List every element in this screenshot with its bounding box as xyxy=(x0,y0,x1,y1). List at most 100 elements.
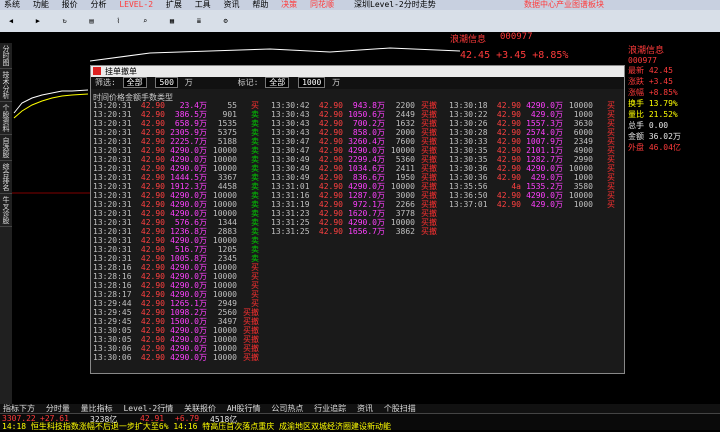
order-row[interactable]: 13:20:31 42.90 576.6万 1344 卖 xyxy=(93,218,263,227)
order-row[interactable]: 13:28:16 42.90 4290.0万 10000 买 xyxy=(93,272,263,281)
order-row[interactable]: 13:29:45 42.90 1098.2万 2560 买撤 xyxy=(93,308,263,317)
filter-select[interactable]: 全部 xyxy=(122,77,147,88)
order-lots: 1950 xyxy=(395,173,415,182)
news-icon[interactable]: ≣ xyxy=(189,11,209,31)
bottom-tab[interactable]: 分时量 xyxy=(43,404,73,413)
order-row[interactable]: 13:30:43 42.90 858.0万 2000 买撤 xyxy=(271,128,441,137)
bottom-tab[interactable]: 行业追踪 xyxy=(311,404,349,413)
order-row[interactable]: 13:29:44 42.90 1265.1万 2949 买 xyxy=(93,299,263,308)
news-ticker[interactable]: 14:18 恒生科技指数涨幅不后退一步扩大至6% 14:16 特高压首次落点重庆… xyxy=(2,421,391,432)
left-tab[interactable]: 自选股 xyxy=(0,135,12,161)
order-row[interactable]: 13:28:17 42.90 4290.0万 10000 买 xyxy=(93,290,263,299)
menu-item[interactable]: 决策 xyxy=(281,0,297,10)
order-row[interactable]: 13:30:43 42.90 1050.6万 2449 买撤 xyxy=(271,110,441,119)
order-row[interactable]: 13:30:22 42.90 429.0万 1000 买 xyxy=(449,110,619,119)
order-row[interactable]: 13:30:43 42.90 700.2万 1632 买撤 xyxy=(271,119,441,128)
top-right-links[interactable]: 数据中心产业图谱板块 xyxy=(524,0,604,10)
order-row[interactable]: 13:29:45 42.90 1500.0万 3497 买撤 xyxy=(93,317,263,326)
order-row[interactable]: 13:20:31 42.90 4290.0万 10000 卖 xyxy=(93,146,263,155)
order-row[interactable]: 13:36:50 42.90 4290.0万 10000 买 xyxy=(449,191,619,200)
volume-input[interactable]: 500 xyxy=(155,77,178,88)
bottom-tab[interactable]: 关联报价 xyxy=(181,404,219,413)
menu-item[interactable]: 帮助 xyxy=(252,0,268,10)
menu-item[interactable]: LEVEL-2 xyxy=(119,0,153,10)
chart-icon[interactable]: ▤ xyxy=(81,11,101,31)
menu-item[interactable]: 工具 xyxy=(195,0,211,10)
order-row[interactable]: 13:30:05 42.90 4290.0万 10000 买撤 xyxy=(93,326,263,335)
order-row[interactable]: 13:20:31 42.90 1236.8万 2883 卖 xyxy=(93,227,263,236)
order-row[interactable]: 13:30:28 42.90 2574.0万 6000 买 xyxy=(449,128,619,137)
settings-icon[interactable]: ⚙ xyxy=(216,11,236,31)
order-row[interactable]: 13:30:49 42.90 2299.4万 5360 买撤 xyxy=(271,155,441,164)
menu-item[interactable]: 扩展 xyxy=(166,0,182,10)
order-lots: 5188 xyxy=(217,137,237,146)
left-tab[interactable]: 牛叉诊股 xyxy=(0,194,12,227)
menu-item[interactable]: 报价 xyxy=(62,0,78,10)
bottom-tab[interactable]: 量比指标 xyxy=(78,404,116,413)
order-row[interactable]: 13:31:25 42.90 1656.7万 3862 买撤 xyxy=(271,227,441,236)
order-row[interactable]: 13:20:31 42.90 386.5万 901 卖 xyxy=(93,110,263,119)
order-row[interactable]: 13:20:31 42.90 1005.8万 2345 卖 xyxy=(93,254,263,263)
order-row[interactable]: 13:30:06 42.90 4290.0万 10000 买撤 xyxy=(93,353,263,362)
order-row[interactable]: 13:30:33 42.90 1007.9万 2349 买 xyxy=(449,137,619,146)
volume2-input[interactable]: 1000 xyxy=(298,77,326,88)
menu-item[interactable]: 资讯 xyxy=(224,0,240,10)
bottom-tab[interactable]: Level-2行情 xyxy=(120,404,176,413)
left-tab[interactable]: 个股资料 xyxy=(0,102,12,135)
order-row[interactable]: 13:20:31 42.90 516.7万 1205 卖 xyxy=(93,245,263,254)
menu-item[interactable]: 功能 xyxy=(33,0,49,10)
order-row[interactable]: 13:31:19 42.90 972.1万 2266 买撤 xyxy=(271,200,441,209)
order-row[interactable]: 13:31:01 42.90 4290.0万 10000 买撤 xyxy=(271,182,441,191)
order-row[interactable]: 13:30:47 42.90 3260.4万 7600 买撤 xyxy=(271,137,441,146)
order-row[interactable]: 13:30:18 42.90 4290.0万 10000 买 xyxy=(449,101,619,110)
order-row[interactable]: 13:30:05 42.90 4290.0万 10000 买撤 xyxy=(93,335,263,344)
refresh-icon[interactable]: ↻ xyxy=(55,11,75,31)
order-price: 42.90 xyxy=(140,146,165,155)
order-row[interactable]: 13:30:36 42.90 4290.0万 10000 买 xyxy=(449,164,619,173)
order-row[interactable]: 13:20:31 42.90 4290.0万 10000 卖 xyxy=(93,200,263,209)
mark-select[interactable]: 全部 xyxy=(265,77,290,88)
order-row[interactable]: 13:31:25 42.90 4290.0万 10000 买撤 xyxy=(271,218,441,227)
bottom-tab[interactable]: 个股扫描 xyxy=(381,404,419,413)
left-tab[interactable]: 综合排名 xyxy=(0,161,12,194)
order-row[interactable]: 13:28:16 42.90 4290.0万 10000 买 xyxy=(93,281,263,290)
order-row[interactable]: 13:30:49 42.90 1034.6万 2411 买撤 xyxy=(271,164,441,173)
order-row[interactable]: 13:20:31 42.90 23.4万 55 买 xyxy=(93,101,263,110)
bottom-tab[interactable]: 公司热点 xyxy=(268,404,306,413)
menu-item[interactable]: 分析 xyxy=(90,0,106,10)
order-row[interactable]: 13:20:31 42.90 4290.0万 10000 卖 xyxy=(93,209,263,218)
order-row[interactable]: 13:37:01 42.90 429.0万 1000 买 xyxy=(449,200,619,209)
order-row[interactable]: 13:20:31 42.90 1444.5万 3367 卖 xyxy=(93,173,263,182)
search-icon[interactable]: ⌕ xyxy=(135,11,155,31)
left-tab[interactable]: 分时图 xyxy=(0,43,12,69)
trend-icon[interactable]: ⌇ xyxy=(108,11,128,31)
order-row[interactable]: 13:30:42 42.90 943.8万 2200 买撤 xyxy=(271,101,441,110)
order-row[interactable]: 13:20:31 42.90 2305.9万 5375 卖 xyxy=(93,128,263,137)
forward-icon[interactable]: ▶ xyxy=(28,11,48,31)
grid-icon[interactable]: ▦ xyxy=(162,11,182,31)
order-row[interactable]: 13:20:31 42.90 4290.0万 10000 卖 xyxy=(93,164,263,173)
bottom-tab[interactable]: 资讯 xyxy=(354,404,376,413)
order-row[interactable]: 13:30:35 42.90 1282.7万 2990 买 xyxy=(449,155,619,164)
order-row[interactable]: 13:20:31 42.90 2225.7万 5188 卖 xyxy=(93,137,263,146)
order-row[interactable]: 13:20:31 42.90 4290.0万 10000 卖 xyxy=(93,155,263,164)
order-row[interactable]: 13:20:31 42.90 4290.0万 10000 卖 xyxy=(93,236,263,245)
order-row[interactable]: 13:20:31 42.90 4290.0万 10000 卖 xyxy=(93,191,263,200)
menu-item[interactable]: 系统 xyxy=(4,0,20,10)
back-icon[interactable]: ◀ xyxy=(1,11,21,31)
order-row[interactable]: 13:20:31 42.90 1912.3万 4458 卖 xyxy=(93,182,263,191)
bottom-tab[interactable]: 指标下方 xyxy=(0,404,38,413)
order-row[interactable]: 13:31:16 42.90 1287.0万 3000 买撤 xyxy=(271,191,441,200)
order-row[interactable]: 13:30:47 42.90 4290.0万 10000 买撤 xyxy=(271,146,441,155)
order-row[interactable]: 13:28:16 42.90 4290.0万 10000 买 xyxy=(93,263,263,272)
order-row[interactable]: 13:30:49 42.90 836.6万 1950 买撤 xyxy=(271,173,441,182)
order-row[interactable]: 13:35:56 4a 1535.2万 3580 买 xyxy=(449,182,619,191)
order-row[interactable]: 13:30:36 42.90 429.0万 1000 买 xyxy=(449,173,619,182)
left-tab[interactable]: 技术分析 xyxy=(0,69,12,102)
bottom-tab[interactable]: AH股行情 xyxy=(224,404,264,413)
order-row[interactable]: 13:30:26 42.90 1557.3万 3630 买 xyxy=(449,119,619,128)
order-row[interactable]: 13:20:31 42.90 658.9万 1535 卖 xyxy=(93,119,263,128)
order-row[interactable]: 13:30:06 42.90 4290.0万 10000 买撤 xyxy=(93,344,263,353)
order-row[interactable]: 13:30:35 42.90 2101.1万 4900 买 xyxy=(449,146,619,155)
order-row[interactable]: 13:31:23 42.90 1620.7万 3778 买撤 xyxy=(271,209,441,218)
